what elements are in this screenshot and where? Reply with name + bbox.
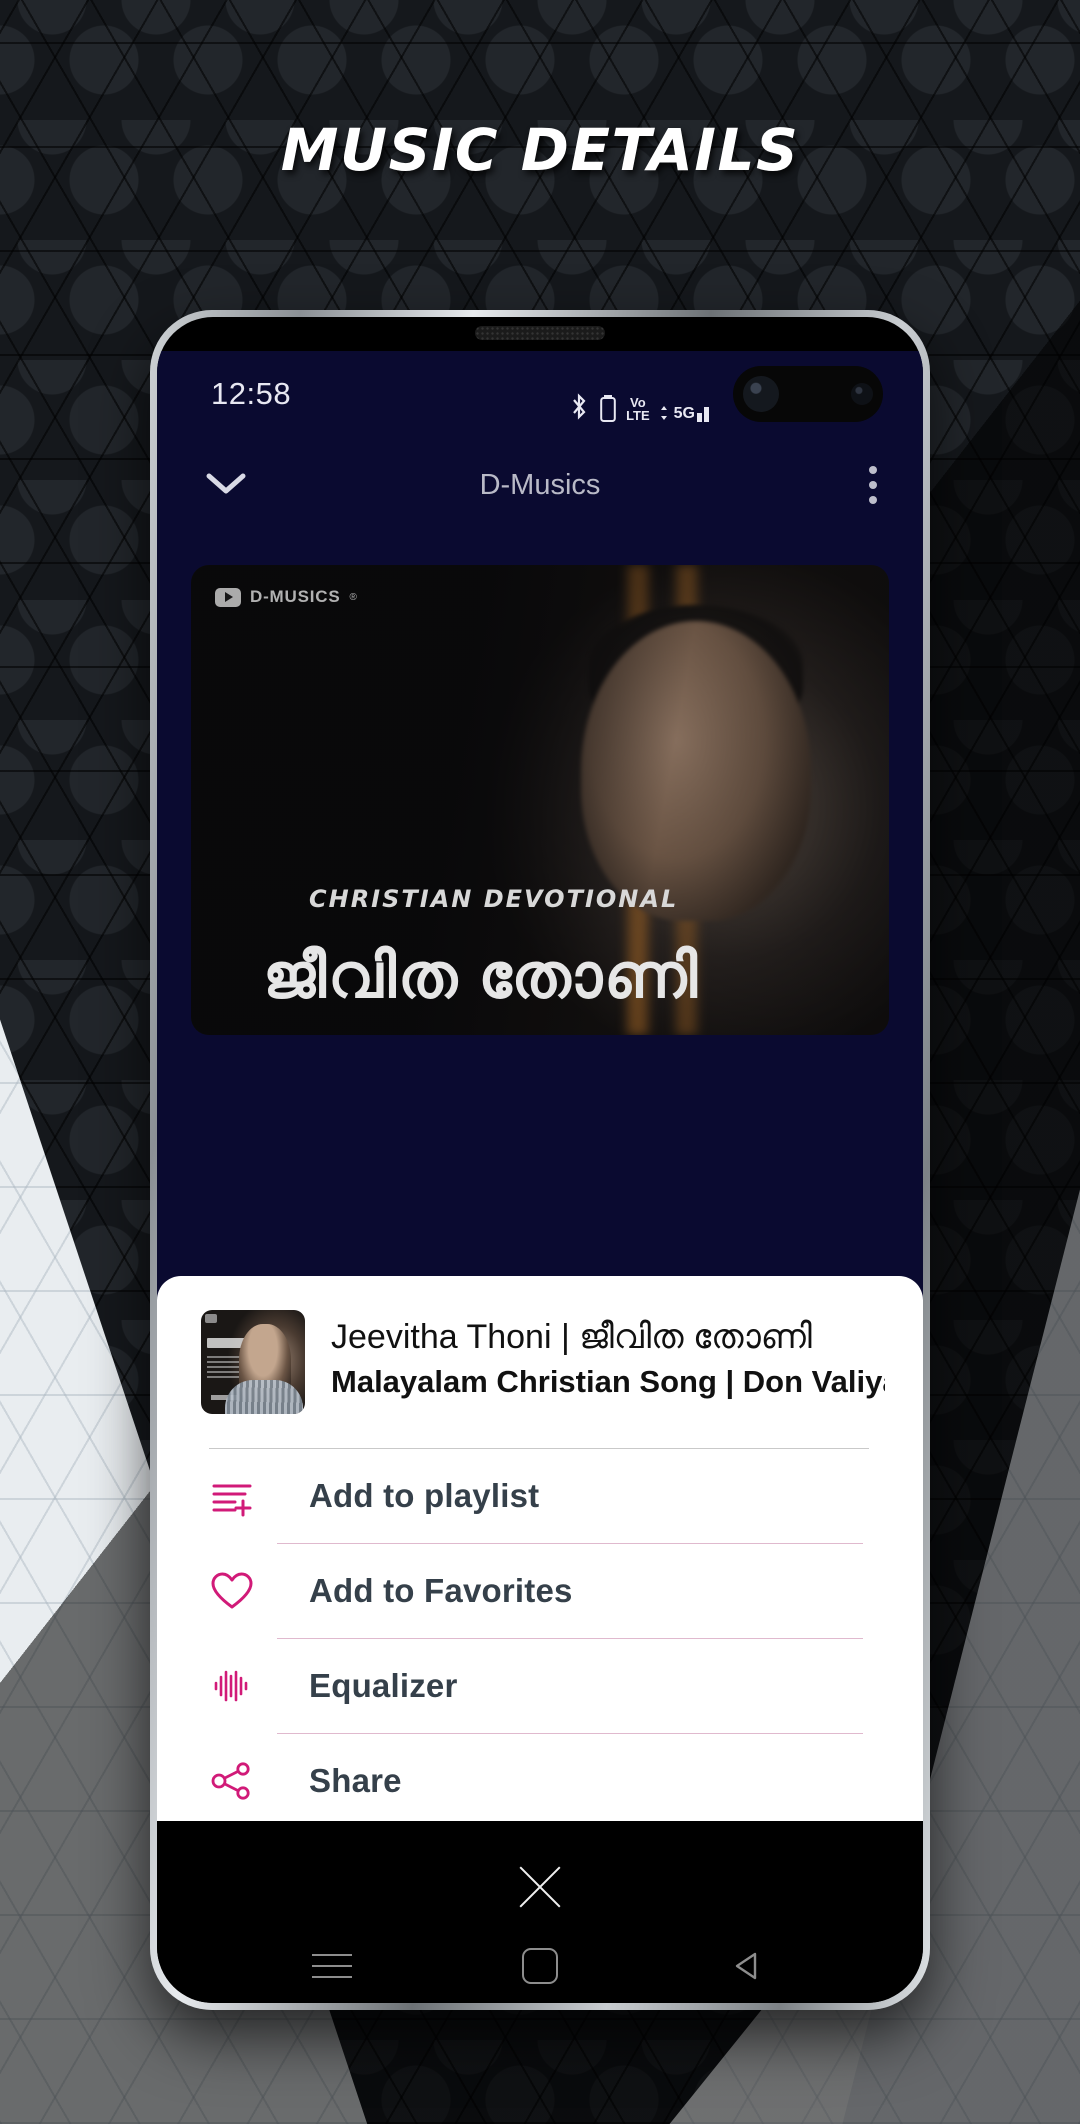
menu-item-label: Add to playlist <box>309 1477 540 1514</box>
network-indicator: 5G <box>660 404 709 422</box>
back-triangle-icon[interactable] <box>728 1946 768 1986</box>
android-nav-bar <box>157 1931 923 2001</box>
page-title: MUSIC DETAILS <box>280 116 800 184</box>
menu-item-label: Add to Favorites <box>309 1572 573 1609</box>
album-art-thumbnail <box>201 1310 305 1414</box>
phone-screen-frame: 12:58 Vo LTE 5G D-Musics D-MUSICS ® CHRI… <box>157 317 923 2003</box>
song-subtitle: Malayalam Christian Song | Don Valiyavel… <box>331 1363 885 1399</box>
network-label: 5G <box>673 405 695 422</box>
signal-bars-icon <box>697 407 709 422</box>
phone-mockup: 12:58 Vo LTE 5G D-Musics D-MUSICS ® CHRI… <box>150 310 930 2010</box>
menu-item-label: Share <box>309 1762 402 1799</box>
sheet-song-header: Jeevitha Thoni | ജീവിത തോണി Malayalam Ch… <box>157 1310 923 1414</box>
volte-icon: Vo LTE <box>626 395 650 423</box>
status-icons: Vo LTE 5G <box>568 366 883 422</box>
menu-item-label: Equalizer <box>309 1667 458 1704</box>
app-bar-title: D-Musics <box>479 468 601 501</box>
sheet-footer <box>157 1821 923 2003</box>
battery-icon <box>600 394 616 422</box>
menu-item-add-to-playlist[interactable]: Add to playlist <box>157 1449 923 1543</box>
video-thumbnail-card[interactable]: D-MUSICS ® CHRISTIAN DEVOTIONAL ജീവിത തോ… <box>191 565 889 1035</box>
status-bar: 12:58 Vo LTE 5G <box>157 351 923 437</box>
recents-icon[interactable] <box>312 1954 352 1978</box>
bluetooth-icon <box>568 392 590 422</box>
playlist-add-icon <box>209 1473 269 1519</box>
song-title: Jeevitha Thoni | ജീവിത തോണി <box>331 1318 812 1356</box>
options-bottom-sheet: Jeevitha Thoni | ജീവിത തോണി Malayalam Ch… <box>157 1276 923 1821</box>
app-screen: 12:58 Vo LTE 5G D-Musics D-MUSICS ® CHRI… <box>157 351 923 1821</box>
menu-item-share[interactable]: Share <box>157 1734 923 1821</box>
app-bar: D-Musics <box>157 437 923 533</box>
heart-icon <box>209 1568 269 1614</box>
home-square-icon[interactable] <box>522 1948 558 1984</box>
close-x-icon[interactable] <box>512 1859 568 1915</box>
video-malayalam-title: ജീവിത തോണി <box>263 942 700 1011</box>
poster-canvas: MUSIC DETAILS 12:58 Vo LTE 5G D-Musics D… <box>0 0 1080 2124</box>
chevron-down-icon[interactable] <box>203 468 249 503</box>
kebab-menu-icon[interactable] <box>869 466 877 504</box>
data-transfer-icon <box>660 406 667 420</box>
status-clock: 12:58 <box>211 376 292 411</box>
sheet-menu-list: Add to playlist Add to Favorites Equaliz… <box>157 1449 923 1821</box>
sheet-song-text: Jeevitha Thoni | ജീവിത തോണി Malayalam Ch… <box>331 1310 885 1402</box>
front-camera-icon <box>733 366 883 422</box>
menu-item-add-to-favorites[interactable]: Add to Favorites <box>157 1544 923 1638</box>
play-badge-icon: D-MUSICS ® <box>215 587 357 607</box>
menu-item-equalizer[interactable]: Equalizer <box>157 1639 923 1733</box>
video-watermark-tm: ® <box>349 591 357 603</box>
earpiece-speaker <box>475 326 605 340</box>
video-watermark-label: D-MUSICS <box>250 587 341 606</box>
equalizer-icon <box>209 1663 269 1709</box>
share-nodes-icon <box>209 1758 269 1804</box>
video-kicker-text: CHRISTIAN DEVOTIONAL <box>309 885 679 913</box>
